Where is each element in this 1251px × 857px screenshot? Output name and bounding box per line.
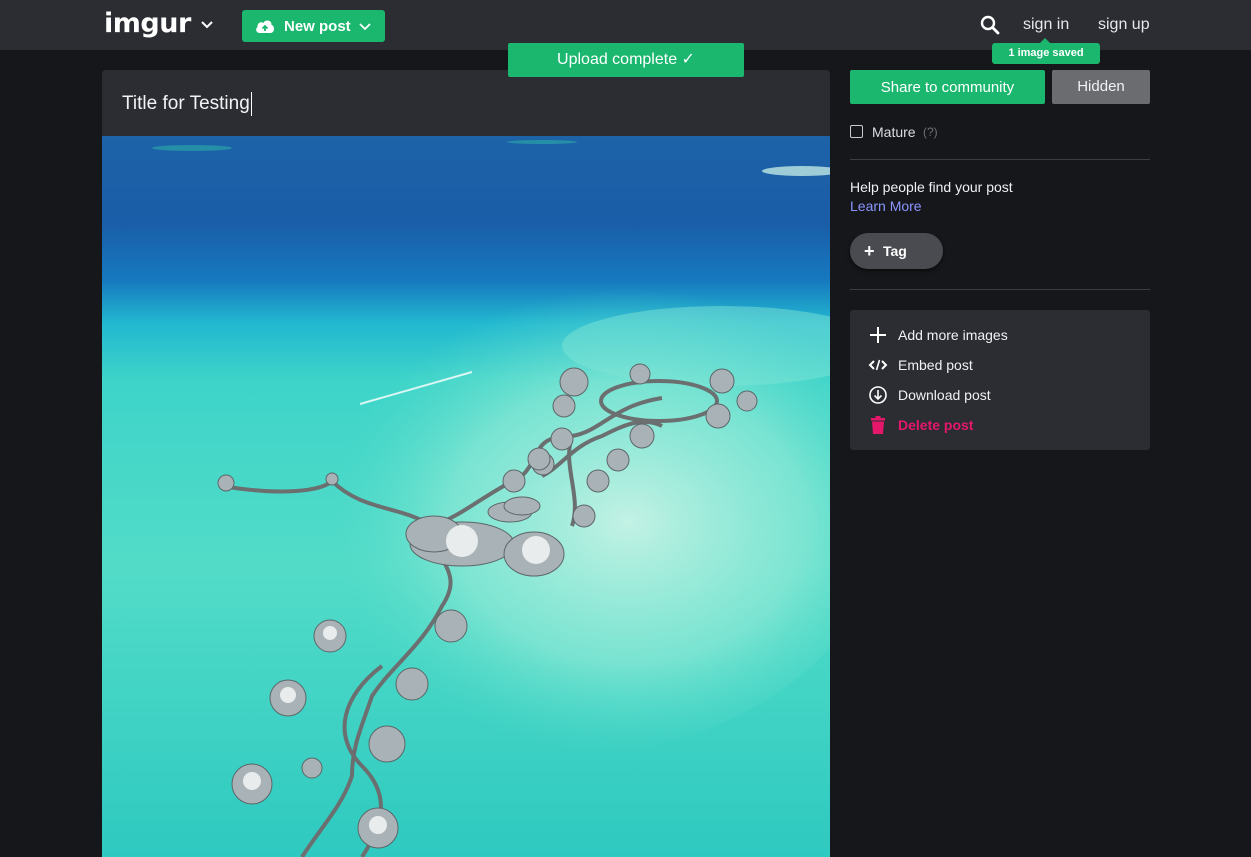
- delete-post-button[interactable]: Delete post: [868, 414, 1138, 436]
- post-image[interactable]: [102, 136, 830, 857]
- add-tag-button[interactable]: + Tag: [850, 233, 943, 269]
- chevron-down-icon: [359, 23, 371, 31]
- embed-post-button[interactable]: Embed post: [868, 354, 1138, 376]
- download-post-label: Download post: [898, 387, 991, 403]
- text-caret: [250, 92, 252, 116]
- visibility-hidden-button[interactable]: Hidden: [1052, 70, 1150, 104]
- chevron-down-icon[interactable]: [200, 17, 214, 31]
- divider: [850, 159, 1150, 160]
- embed-post-label: Embed post: [898, 357, 973, 373]
- sign-in-link[interactable]: sign in: [1023, 16, 1069, 34]
- learn-more-link[interactable]: Learn More: [850, 198, 922, 214]
- mature-label: Mature: [872, 124, 916, 140]
- post-title-input[interactable]: Title for Testing: [122, 92, 252, 116]
- saved-status-badge: 1 image saved: [992, 43, 1100, 64]
- download-post-button[interactable]: Download post: [868, 384, 1138, 406]
- delete-post-label: Delete post: [898, 417, 974, 433]
- add-more-images-label: Add more images: [898, 327, 1008, 343]
- download-icon: [869, 386, 887, 404]
- trash-icon: [871, 416, 885, 434]
- add-more-images-button[interactable]: Add more images: [868, 324, 1138, 346]
- sign-up-link[interactable]: sign up: [1098, 16, 1150, 34]
- post-actions-panel: Add more images Embed post Download post…: [850, 310, 1150, 450]
- upload-complete-toast: Upload complete ✓: [508, 43, 744, 77]
- imgur-logo[interactable]: imgur: [104, 8, 191, 39]
- tag-button-label: Tag: [883, 243, 907, 259]
- mature-checkbox[interactable]: [850, 125, 863, 138]
- code-icon: [868, 359, 888, 371]
- post-editor: Title for Testing: [102, 70, 830, 857]
- tag-help-text: Help people find your post: [850, 179, 1013, 195]
- plus-icon: [870, 327, 886, 343]
- aerial-lagoon-image: [102, 136, 830, 857]
- cloud-upload-icon: [256, 20, 275, 33]
- search-icon[interactable]: [979, 14, 1001, 36]
- new-post-label: New post: [284, 18, 351, 35]
- post-title-value: Title for Testing: [122, 93, 250, 114]
- new-post-button[interactable]: New post: [242, 10, 385, 42]
- share-to-community-button[interactable]: Share to community: [850, 70, 1045, 104]
- mature-help-link[interactable]: (?): [923, 125, 938, 139]
- divider: [850, 289, 1150, 290]
- plus-icon: +: [864, 241, 875, 261]
